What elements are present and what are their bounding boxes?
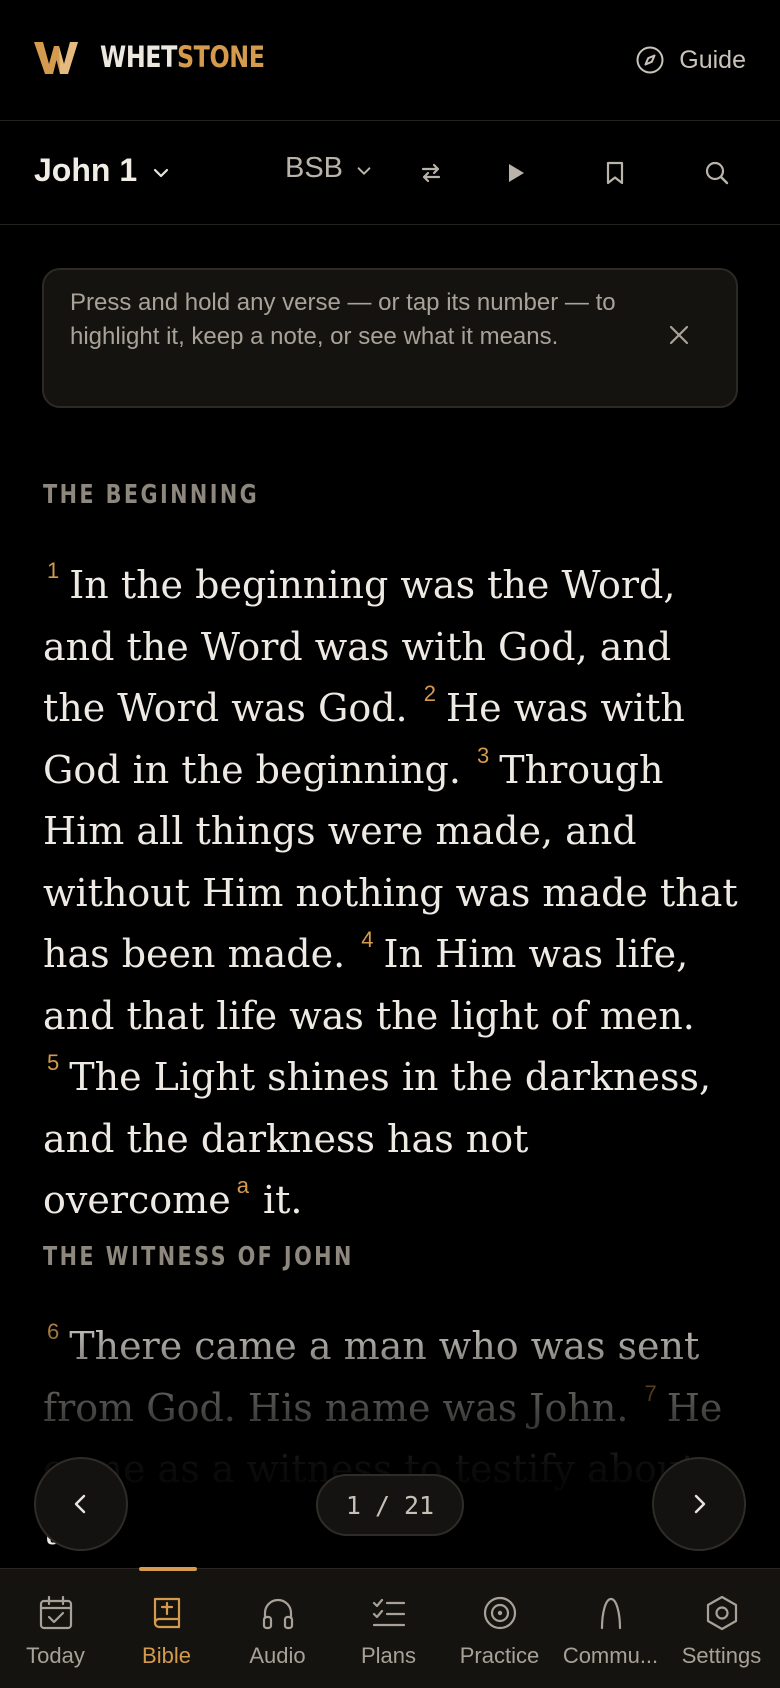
checklist-icon	[372, 1598, 405, 1627]
nav-practice[interactable]: Practice	[444, 1569, 555, 1688]
chapter-selector[interactable]: John 1	[34, 152, 171, 189]
version-selector[interactable]: BSB	[285, 152, 373, 185]
chevron-left-icon	[74, 1494, 86, 1514]
search-icon	[705, 161, 729, 185]
section-heading: THE BEGINNING	[43, 480, 260, 510]
previous-chapter-button[interactable]	[34, 1457, 128, 1551]
bookmark-button[interactable]	[598, 156, 632, 190]
bottom-navigation: Today Bible Audio Plans Practice Commu..…	[0, 1567, 780, 1688]
chevron-down-icon	[357, 166, 371, 175]
guide-button[interactable]: Guide	[635, 40, 746, 80]
compare-icon	[421, 163, 441, 183]
verse-number[interactable]: 5	[47, 1050, 59, 1075]
close-icon[interactable]	[666, 322, 692, 348]
logo-icon	[34, 42, 78, 74]
version-label: BSB	[285, 152, 344, 184]
chevron-down-icon	[154, 168, 169, 177]
settings-icon	[706, 1595, 737, 1631]
verse-text[interactable]: it.	[263, 1178, 303, 1222]
nav-label: Settings	[681, 1643, 762, 1668]
nav-plans[interactable]: Plans	[333, 1569, 444, 1688]
bible-icon	[153, 1597, 180, 1629]
play-button[interactable]	[498, 156, 532, 190]
nav-label: Plans	[360, 1643, 417, 1668]
verse-text[interactable]: The Light shines in the darkness, and th…	[43, 1055, 711, 1222]
guide-label: Guide	[679, 45, 746, 74]
bookmark-icon	[606, 161, 624, 185]
passage: 1 In the beginning was the Word, and the …	[43, 555, 743, 1232]
play-icon	[509, 164, 524, 182]
total-pages: 21	[404, 1490, 435, 1520]
wordmark-part2: STONE	[176, 40, 265, 74]
verse-number[interactable]: 6	[47, 1319, 59, 1344]
wordmark-part1: WHET	[100, 40, 177, 74]
target-icon	[483, 1596, 516, 1630]
nav-settings[interactable]: Settings	[666, 1569, 777, 1688]
section-heading: THE WITNESS OF JOHN	[43, 1242, 354, 1272]
compare-button[interactable]	[414, 156, 448, 190]
verse-number[interactable]: 7	[645, 1381, 657, 1406]
headphones-icon	[262, 1598, 293, 1630]
nav-label: Today	[26, 1643, 85, 1668]
nav-community[interactable]: Commu...	[555, 1569, 666, 1688]
current-page: 1	[345, 1490, 361, 1520]
nav-label: Bible	[142, 1643, 191, 1668]
tip-text: Press and hold any verse — or tap its nu…	[70, 289, 616, 350]
verse-number[interactable]: 4	[361, 927, 373, 952]
nav-label: Audio	[249, 1643, 306, 1668]
next-chapter-button[interactable]	[652, 1457, 746, 1551]
search-button[interactable]	[700, 156, 734, 190]
app-header: WHETSTONE Guide	[0, 0, 780, 121]
chapter-label: John 1	[34, 152, 138, 188]
community-icon	[600, 1597, 621, 1630]
tip-banner: Press and hold any verse — or tap its nu…	[42, 268, 738, 408]
nav-today[interactable]: Today	[0, 1569, 111, 1688]
verse-number[interactable]: 1	[47, 558, 59, 583]
page-separator: /	[374, 1490, 390, 1520]
nav-audio[interactable]: Audio	[222, 1569, 333, 1688]
chapter-progress: 1 / 21	[316, 1474, 464, 1536]
verse-text[interactable]: There came a man who was sent from God. …	[43, 1324, 699, 1430]
footnote-marker[interactable]: a	[237, 1173, 249, 1198]
nav-label: Commu...	[562, 1643, 659, 1668]
app-wordmark: WHETSTONE	[100, 40, 265, 74]
calendar-check-icon	[39, 1595, 72, 1630]
active-tab-indicator	[139, 1567, 197, 1571]
reader-toolbar: John 1 BSB	[0, 122, 780, 225]
nav-label: Practice	[459, 1643, 540, 1668]
nav-bible[interactable]: Bible	[111, 1567, 222, 1688]
chevron-right-icon	[694, 1494, 706, 1514]
compass-icon	[636, 46, 664, 74]
verse-number[interactable]: 3	[477, 743, 489, 768]
verse-number[interactable]: 2	[424, 681, 436, 706]
